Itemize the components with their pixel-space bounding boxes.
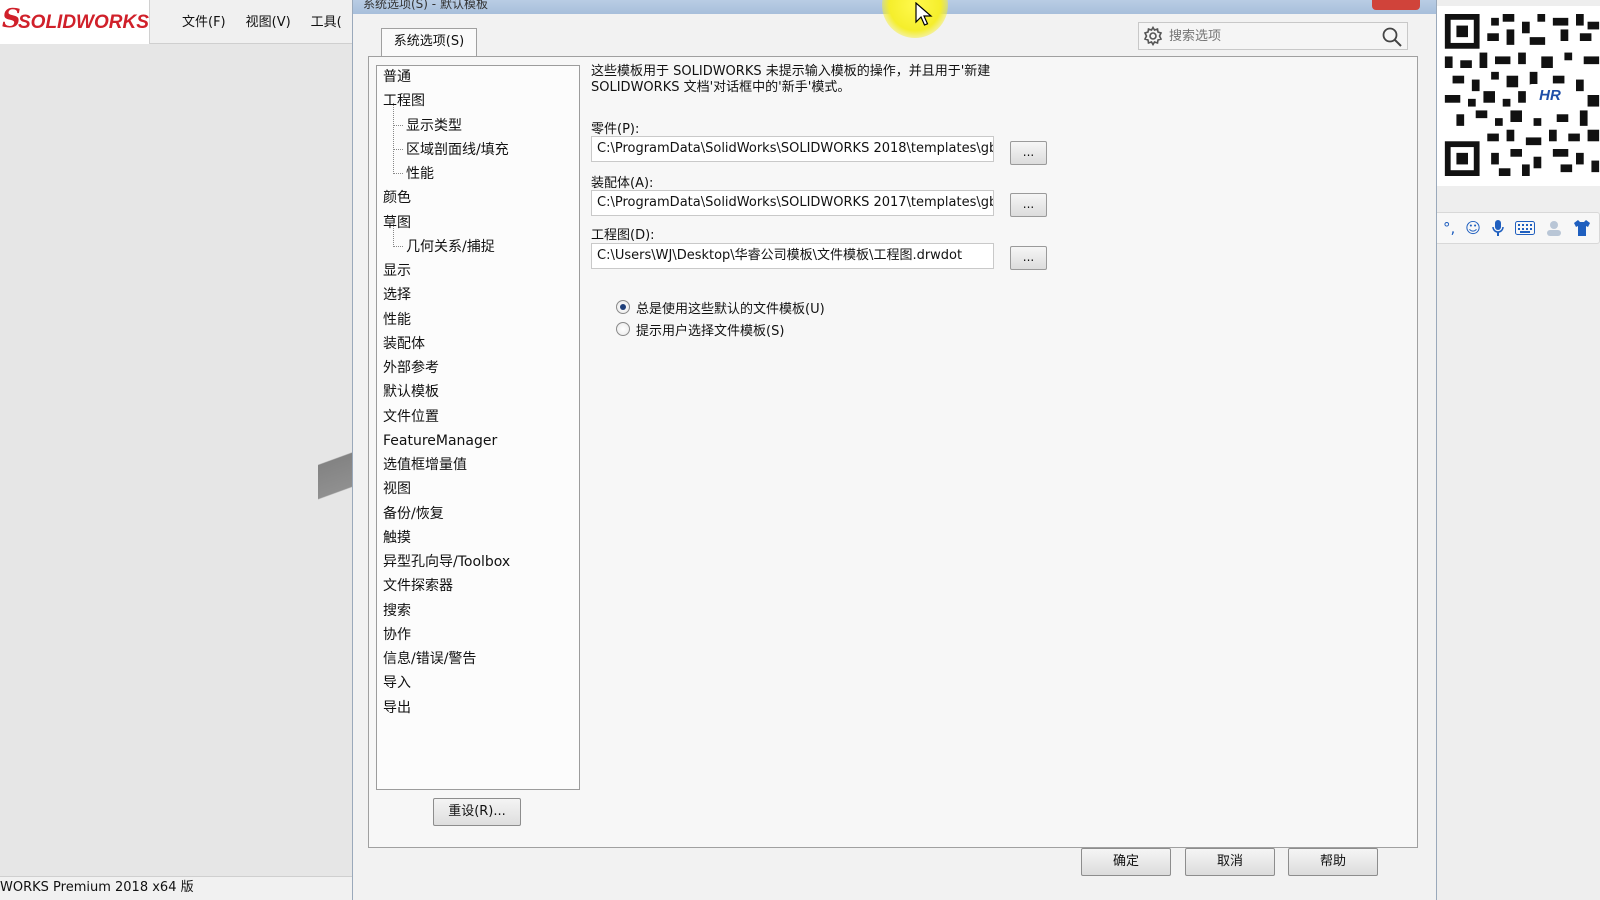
solidworks-logo-text: SOLIDWORKS xyxy=(18,12,149,33)
search-icon[interactable] xyxy=(1381,26,1403,48)
drawing-template-label: 工程图(D): xyxy=(591,228,655,243)
tree-item[interactable]: 普通 xyxy=(383,66,411,88)
system-options-dialog: 系统选项(S) - 默认模板 系统选项(S) 普通工程图显示类型区域剖面线/填充… xyxy=(352,0,1437,900)
tree-connector-line xyxy=(393,126,403,150)
part-template-label: 零件(P): xyxy=(591,122,640,137)
tree-item[interactable]: 颜色 xyxy=(383,187,411,209)
tree-item[interactable]: 性能 xyxy=(406,163,434,185)
reset-button[interactable]: 重设(R)... xyxy=(433,798,521,826)
options-tree: 普通 工程图 显示类型 区域剖面线/填充 性能 颜色 草图 几何关系/捕捉 显示 选择 性能 装配体外… xyxy=(376,65,580,790)
tree-item[interactable]: 触摸 xyxy=(383,527,411,549)
search-options-box xyxy=(1138,22,1408,50)
tree-item[interactable]: 几何关系/捕捉 xyxy=(406,236,495,258)
emoji-icon[interactable]: ☺ xyxy=(1465,219,1481,237)
tree-item[interactable]: 协作 xyxy=(383,624,411,646)
tree-item[interactable]: 搜索 xyxy=(383,600,411,622)
tree-item[interactable]: 信息/错误/警告 xyxy=(383,648,476,670)
dialog-close-button[interactable] xyxy=(1372,0,1420,10)
tree-item[interactable]: 选值框增量值 xyxy=(383,454,467,476)
radio-always-label: 总是使用这些默认的文件模板(U) xyxy=(636,301,825,317)
tree-connector-line xyxy=(393,223,403,247)
mouse-pointer-icon xyxy=(915,2,933,26)
qr-code-icon xyxy=(1444,14,1600,176)
dialog-title: 系统选项(S) - 默认模板 xyxy=(363,0,488,11)
assembly-template-label: 装配体(A): xyxy=(591,176,654,191)
tree-item[interactable]: 视图 xyxy=(383,478,411,500)
tree-item[interactable]: 性能 xyxy=(383,309,411,331)
drawing-browse-button[interactable]: ... xyxy=(1010,246,1047,270)
tree-item[interactable]: 显示 xyxy=(383,260,411,282)
ok-button[interactable]: 确定 xyxy=(1081,848,1171,876)
part-template-field[interactable]: C:\ProgramData\SolidWorks\SOLIDWORKS 201… xyxy=(591,136,994,162)
menu-view[interactable]: 视图(V) xyxy=(246,11,291,30)
radio-prompt-label: 提示用户选择文件模板(S) xyxy=(636,323,785,339)
tree-connector-line xyxy=(393,102,403,126)
help-button[interactable]: 帮助 xyxy=(1288,848,1378,876)
qr-code-panel: HR xyxy=(1436,6,1600,186)
radio-always-use-defaults[interactable]: 总是使用这些默认的文件模板(U) xyxy=(616,298,825,317)
solidworks-logo-mark-icon: S xyxy=(2,4,21,34)
tree-item[interactable]: 导入 xyxy=(383,672,411,694)
tree-item[interactable]: 文件探索器 xyxy=(383,575,453,597)
microphone-icon[interactable] xyxy=(1491,219,1505,237)
ime-punctuation-toggle[interactable]: °, xyxy=(1443,219,1455,237)
tree-item[interactable]: 异型孔向导/Toolbox xyxy=(383,551,510,573)
solidworks-toolbar: S SOLIDWORKS 文件(F) 视图(V) 工具( xyxy=(0,0,360,44)
status-bar: WORKS Premium 2018 x64 版 xyxy=(0,876,360,900)
radio-prompt-user[interactable]: 提示用户选择文件模板(S) xyxy=(616,320,785,339)
skin-shirt-icon[interactable] xyxy=(1573,220,1591,236)
keyboard-icon[interactable] xyxy=(1514,221,1535,235)
tab-system-options[interactable]: 系统选项(S) xyxy=(381,28,477,56)
tree-connector-line xyxy=(393,151,403,174)
user-icon[interactable] xyxy=(1545,220,1563,236)
assembly-browse-button[interactable]: ... xyxy=(1010,193,1047,217)
tree-item[interactable]: 导出 xyxy=(383,697,411,719)
tree-item[interactable]: 工程图 xyxy=(383,90,425,112)
solidworks-logo: S SOLIDWORKS xyxy=(0,0,150,44)
assembly-template-field[interactable]: C:\ProgramData\SolidWorks\SOLIDWORKS 201… xyxy=(591,190,994,216)
gear-icon[interactable] xyxy=(1143,26,1163,46)
tree-item[interactable]: 选择 xyxy=(383,284,411,306)
part-browse-button[interactable]: ... xyxy=(1010,141,1047,165)
qr-badge: HR xyxy=(1528,84,1572,108)
tree-item[interactable]: 备份/恢复 xyxy=(383,503,444,525)
tree-item[interactable]: 外部参考 xyxy=(383,357,439,379)
tree-item[interactable]: 显示类型 xyxy=(406,115,462,137)
tree-item[interactable]: FeatureManager xyxy=(383,430,497,452)
templates-description: 这些模板用于 SOLIDWORKS 未提示输入模板的操作，并且用于'新建 SOL… xyxy=(591,64,991,95)
drawing-template-field[interactable]: C:\Users\WJ\Desktop\华睿公司模板\文件模板\工程图.drwd… xyxy=(591,243,994,269)
cancel-button[interactable]: 取消 xyxy=(1185,848,1275,876)
tree-item[interactable]: 装配体 xyxy=(383,333,425,355)
radio-button-selected[interactable] xyxy=(616,300,630,314)
tree-item[interactable]: 区域剖面线/填充 xyxy=(406,139,509,161)
search-input[interactable] xyxy=(1167,26,1367,46)
menu-file[interactable]: 文件(F) xyxy=(182,11,226,30)
menu-bar: 文件(F) 视图(V) 工具( xyxy=(182,11,342,30)
radio-button-unselected[interactable] xyxy=(616,322,630,336)
tree-item[interactable]: 文件位置 xyxy=(383,406,439,428)
menu-tools[interactable]: 工具( xyxy=(311,11,342,30)
tree-item[interactable]: 默认模板 xyxy=(383,381,439,403)
